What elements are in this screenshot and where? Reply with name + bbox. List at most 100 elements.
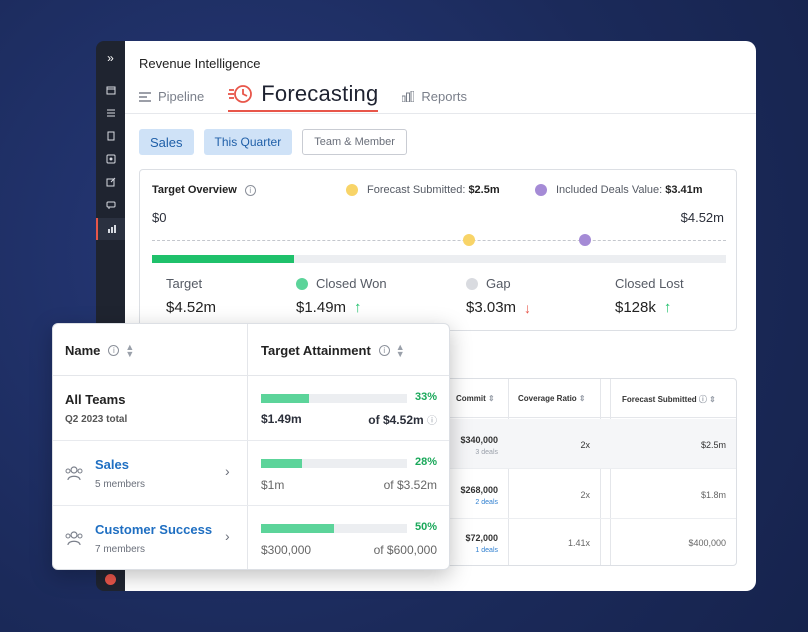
this-quarter-chip[interactable]: This Quarter <box>203 129 293 155</box>
sort-icon: ⇕ <box>578 394 586 403</box>
th-coverage[interactable]: Coverage Ratio ⇕ <box>518 394 586 403</box>
submitted-value: $400,000 <box>688 538 726 548</box>
stat-closed-won-value: $1.49m <box>296 299 347 316</box>
th-attainment[interactable]: Target Attainment i ▲ ▼ <box>261 342 405 358</box>
target-overview-card: Target Overview i Forecast Submitted: $2… <box>139 169 737 331</box>
target-value: of $3.52m <box>383 478 437 492</box>
chat-icon[interactable] <box>96 194 125 216</box>
overview-title: Target Overview i <box>152 184 256 196</box>
info-icon[interactable]: i <box>108 345 120 356</box>
arrow-up-icon: ↑ <box>354 299 362 316</box>
overview-title-text: Target Overview <box>152 184 237 196</box>
list-icon <box>139 91 151 102</box>
scale-max: $4.52m <box>680 210 724 225</box>
stat-closed-won: Closed Won $1.49m ↑ <box>296 276 387 316</box>
closed-value: $300,000 <box>261 543 312 557</box>
attainment-pct: 33% <box>414 391 437 403</box>
sort-icon: ⇕ <box>488 394 495 403</box>
commit-value: $72,000 <box>465 533 498 543</box>
member-count: 5 members <box>95 479 146 490</box>
list-icon[interactable] <box>96 102 125 124</box>
info-icon: ⓘ <box>698 395 707 404</box>
team-link-customer-success[interactable]: Customer Success <box>95 522 212 537</box>
avatar[interactable] <box>105 574 116 585</box>
tab-pipeline[interactable]: Pipeline <box>139 89 204 112</box>
commit-value: $340,000 <box>460 435 498 445</box>
document-icon[interactable] <box>96 125 125 147</box>
table-row-all-teams[interactable]: All Teams Q2 2023 total 33% $1.49m of $4… <box>53 376 449 441</box>
th-commit-label: Commit <box>456 394 486 403</box>
closed-value: $1.49m <box>261 412 302 426</box>
sort-icon[interactable]: ▲ ▼ <box>396 342 405 358</box>
stat-closed-won-label: Closed Won <box>316 276 387 291</box>
stat-closed-lost: Closed Lost $128k ↑ <box>615 276 684 316</box>
overlay-header: Name i ▲ ▼ Target Attainment i ▲ ▼ <box>53 324 449 376</box>
attainment-bar <box>261 394 407 403</box>
yellow-dot-icon <box>346 184 358 196</box>
arrow-up-icon: ↑ <box>663 299 672 316</box>
stat-closed-lost-value: $128k <box>615 299 656 316</box>
deals-count: 3 deals <box>475 449 498 456</box>
info-icon[interactable]: ⓘ <box>427 416 437 427</box>
stat-closed-lost-label: Closed Lost <box>615 276 684 291</box>
filter-bar: Sales This Quarter Team & Member <box>139 129 417 155</box>
arrow-down-icon: ↓ <box>524 299 532 316</box>
divider <box>125 113 756 114</box>
legend-included-value: $3.41m <box>665 184 703 196</box>
expand-sidebar-icon[interactable]: » <box>96 47 125 69</box>
th-commit[interactable]: Commit ⇕ <box>456 394 495 403</box>
deals-link[interactable]: 1 deals <box>475 547 498 554</box>
attainment-bar <box>261 459 407 468</box>
stat-target-value: $4.52m <box>166 299 217 316</box>
attainment-bar <box>261 524 407 533</box>
forecast-submitted-marker[interactable] <box>463 234 476 246</box>
stat-gap-value: $3.03m <box>466 299 517 316</box>
edit-icon[interactable] <box>96 171 125 193</box>
table-row-customer-success[interactable]: Customer Success 7 members › 50% $300,00… <box>53 506 449 571</box>
reports-nav-icon[interactable] <box>96 218 125 240</box>
row-name: All Teams <box>65 392 126 407</box>
th-coverage-label: Coverage Ratio <box>518 394 577 403</box>
included-deals-marker[interactable] <box>578 234 591 246</box>
stat-gap-label: Gap <box>486 276 511 291</box>
sort-icon: ⇕ <box>709 395 716 404</box>
legend-included-deals: Included Deals Value: $3.41m <box>535 184 703 196</box>
info-icon[interactable]: i <box>244 184 256 196</box>
th-name[interactable]: Name i ▲ ▼ <box>65 342 134 358</box>
attainment-fill <box>261 394 310 403</box>
table-row-sales[interactable]: Sales 5 members › 28% $1m of $3.52m <box>53 441 449 506</box>
sales-filter-chip[interactable]: Sales <box>139 129 194 155</box>
tab-reports[interactable]: Reports <box>402 89 467 112</box>
tab-bar: Pipeline Forecasting Reports <box>139 81 491 112</box>
tab-forecasting-label: Forecasting <box>261 81 379 106</box>
commit-value: $268,000 <box>460 485 498 495</box>
bar-chart-icon <box>402 91 415 102</box>
coverage-value: 1.41x <box>567 538 590 548</box>
legend-included-label: Included Deals Value: <box>556 184 663 196</box>
chevron-right-icon[interactable]: › <box>225 528 230 544</box>
sort-icon[interactable]: ▲ ▼ <box>125 342 134 358</box>
th-name-label: Name <box>65 343 101 358</box>
chevron-right-icon[interactable]: › <box>225 463 230 479</box>
coverage-value: 2x <box>580 490 590 500</box>
calendar-icon[interactable] <box>96 79 125 101</box>
tab-forecasting[interactable]: Forecasting <box>228 81 379 112</box>
dashboard-icon[interactable] <box>96 148 125 170</box>
clock-icon <box>228 85 253 103</box>
th-attainment-label: Target Attainment <box>261 343 371 358</box>
th-forecast-submitted[interactable]: Forecast Submitted ⓘ ⇕ <box>622 394 716 405</box>
legend-submitted-value: $2.5m <box>468 184 500 196</box>
team-link-sales[interactable]: Sales <box>95 457 129 472</box>
closed-value: $1m <box>261 478 285 492</box>
legend-forecast-submitted: Forecast Submitted: $2.5m <box>346 184 500 196</box>
attainment-fill <box>261 459 302 468</box>
team-member-chip[interactable]: Team & Member <box>302 129 407 155</box>
deals-link[interactable]: 2 deals <box>475 499 498 506</box>
info-icon[interactable]: i <box>378 345 390 356</box>
app-title: Revenue Intelligence <box>139 56 261 71</box>
submitted-value: $2.5m <box>700 440 726 450</box>
stat-target-label: Target <box>166 276 203 291</box>
scale-line <box>152 240 726 241</box>
gray-dot-icon <box>466 277 478 290</box>
attainment-pct: 50% <box>414 521 437 533</box>
